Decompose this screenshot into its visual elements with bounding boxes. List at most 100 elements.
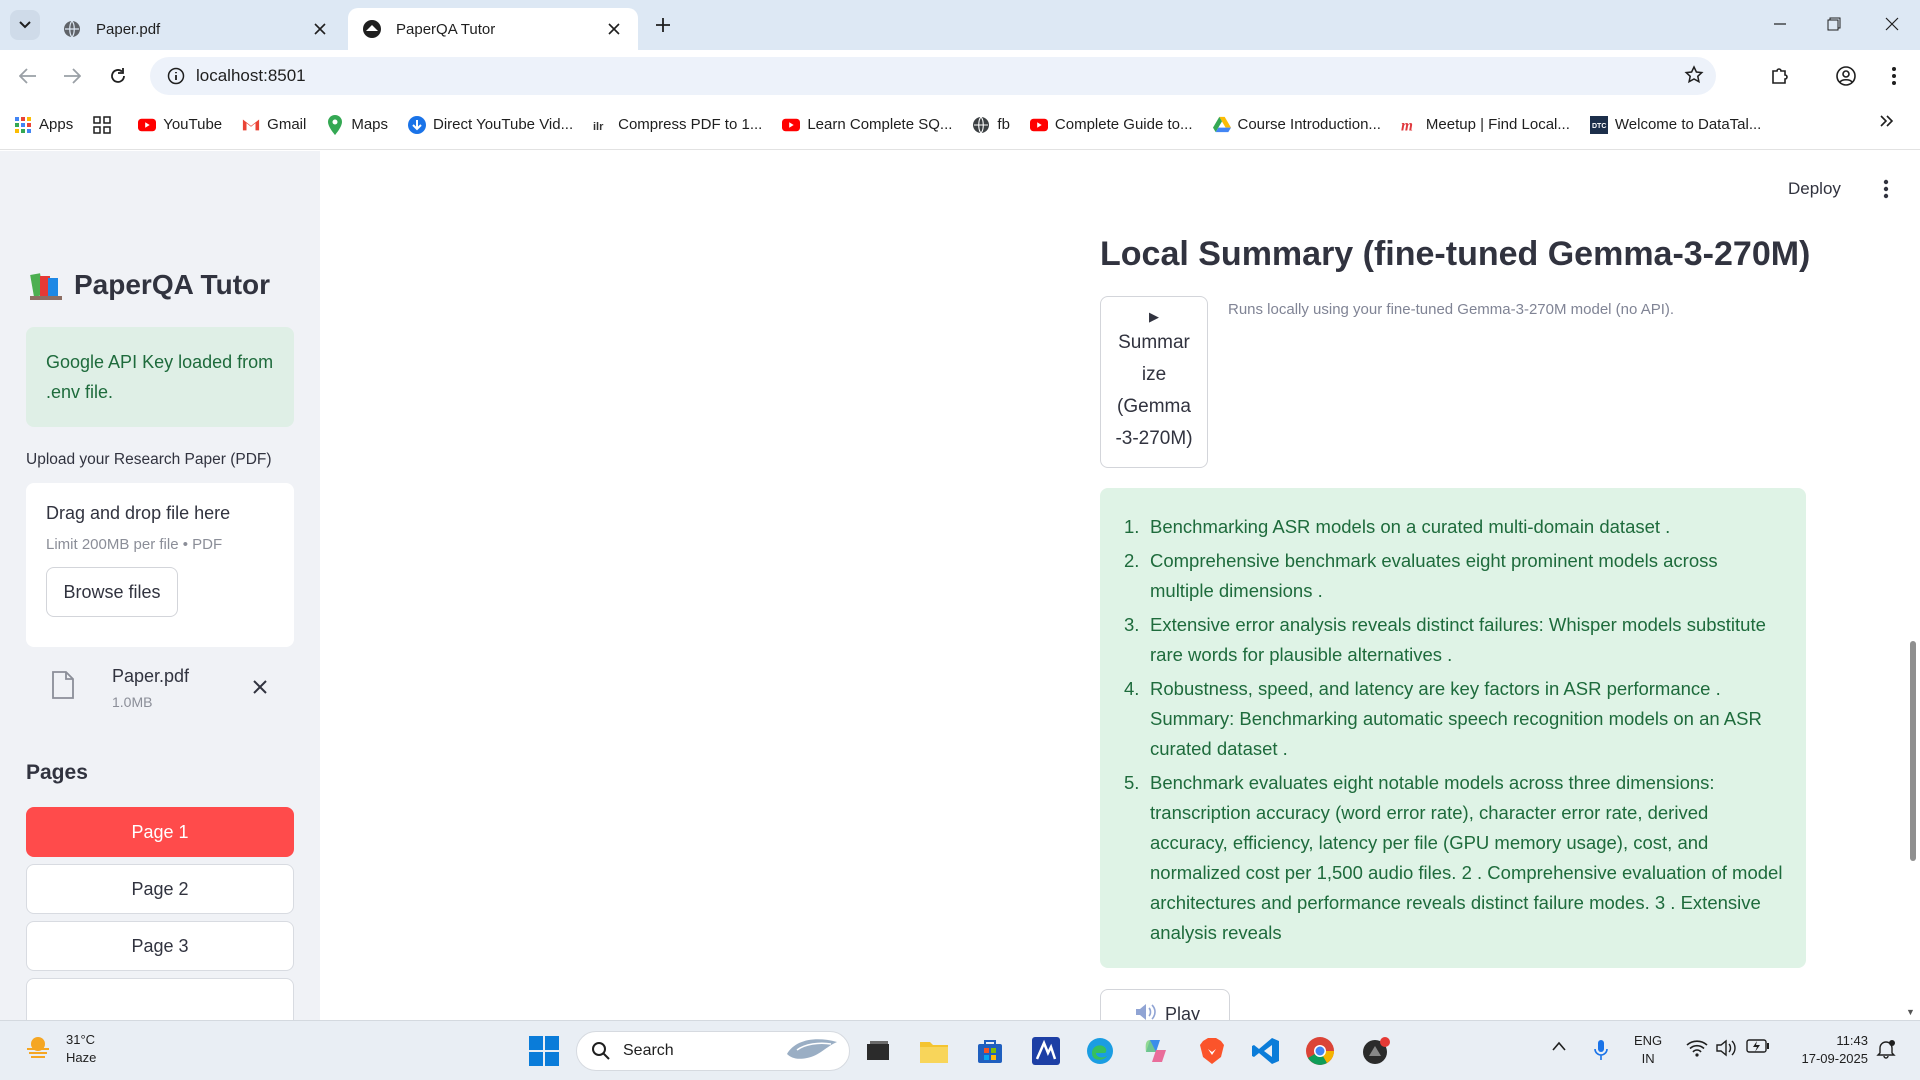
bookmark-learn-sql[interactable]: Learn Complete SQ... (782, 116, 952, 134)
browser-menu-button[interactable] (1878, 60, 1910, 92)
address-bar[interactable]: localhost:8501 (150, 57, 1716, 95)
new-tab-button[interactable] (650, 12, 676, 38)
restore-button[interactable] (1806, 0, 1862, 48)
reload-icon (111, 68, 125, 83)
close-icon[interactable] (310, 19, 330, 39)
uploaded-file: Paper.pdf 1.0MB (26, 661, 294, 721)
summarize-button-label: Summar ize (Gemma -3-270M) (1115, 332, 1193, 449)
chrome-button[interactable] (1304, 1035, 1336, 1067)
list-item-text: Benchmarking ASR models on a curated mul… (1150, 516, 1671, 537)
scrollbar-thumb[interactable] (1910, 641, 1916, 861)
brave-button[interactable] (1196, 1035, 1228, 1067)
bookmark-datatalks[interactable]: DTC Welcome to DataTal... (1589, 115, 1761, 134)
wifi-button[interactable] (1686, 1039, 1708, 1057)
deploy-button[interactable]: Deploy (1788, 179, 1841, 199)
bookmark-meetup[interactable]: m Meetup | Find Local... (1401, 116, 1570, 134)
battery-button[interactable] (1746, 1039, 1770, 1053)
bookmark-gmail[interactable]: Gmail (242, 116, 306, 134)
scroll-down-icon[interactable]: ▼ (1906, 1007, 1915, 1017)
edge-icon (1087, 1038, 1113, 1064)
show-hidden-icons-button[interactable] (1552, 1041, 1566, 1051)
folder-icon (920, 1042, 948, 1063)
copilot-button[interactable] (1140, 1035, 1172, 1067)
summarize-gemma-button[interactable]: ▶ Summar ize (Gemma -3-270M) (1100, 296, 1208, 468)
tab-paperqa-tutor[interactable]: PaperQA Tutor (348, 8, 638, 50)
microphone-icon (1594, 1040, 1608, 1060)
window-close-button[interactable] (1864, 0, 1920, 48)
bookmark-label: Direct YouTube Vid... (433, 116, 574, 133)
bookmark-course-intro[interactable]: Course Introduction... (1212, 116, 1381, 134)
tab-title: Paper.pdf (96, 20, 161, 38)
bookmark-fb[interactable]: fb (972, 116, 1010, 134)
app-menu-button[interactable] (1874, 177, 1898, 201)
file-size: 1.0MB (112, 694, 153, 710)
file-icon (52, 671, 74, 704)
page-2-button[interactable]: Page 2 (26, 864, 294, 914)
url-text: localhost:8501 (196, 66, 306, 85)
vscode-button[interactable] (1250, 1035, 1282, 1067)
bookmark-label: YouTube (163, 116, 223, 133)
minimize-icon (1774, 23, 1786, 25)
bookmark-label: Gmail (267, 116, 307, 133)
tab-search-button[interactable] (10, 10, 40, 40)
dropzone-title: Drag and drop file here (46, 503, 231, 523)
close-icon (1885, 17, 1899, 31)
streamlit-icon (362, 19, 382, 39)
plus-icon (656, 18, 670, 32)
back-button[interactable] (12, 60, 44, 92)
bookmark-tab-groups[interactable] (93, 115, 118, 134)
remove-file-button[interactable] (248, 675, 272, 699)
bookmark-maps[interactable]: Maps (326, 114, 388, 135)
microsoft-store-button[interactable] (974, 1035, 1006, 1067)
taskbar-search[interactable]: Search (576, 1031, 850, 1071)
bookmark-label: Compress PDF to 1... (618, 116, 763, 133)
bookmark-apps[interactable]: Apps (14, 116, 73, 134)
bookmark-star-icon[interactable] (1684, 65, 1704, 90)
search-highlight-icon (785, 1036, 839, 1067)
minimize-button[interactable] (1752, 0, 1808, 48)
clock-date: 17-09-2025 (1801, 1051, 1869, 1066)
browser-tab-bar: Paper.pdf PaperQA Tutor (0, 0, 1920, 50)
task-view-icon (867, 1041, 889, 1060)
volume-button[interactable] (1716, 1039, 1738, 1057)
bookmark-compress-pdf[interactable]: ilr Compress PDF to 1... (593, 116, 762, 134)
globe-icon (972, 116, 990, 134)
notifications-button[interactable] (1876, 1039, 1896, 1059)
system-clock[interactable]: 11:43 17-09-2025 (1786, 1032, 1869, 1068)
language-indicator[interactable]: ENG IN (1634, 1032, 1662, 1068)
bookmark-complete-guide[interactable]: Complete Guide to... (1029, 116, 1193, 134)
start-button[interactable] (528, 1035, 560, 1067)
play-audio-button[interactable]: Play (1100, 989, 1230, 1020)
page-1-button[interactable]: Page 1 (26, 807, 294, 857)
bookmark-direct-youtube[interactable]: Direct YouTube Vid... (408, 115, 574, 134)
weather-widget[interactable]: 31°C Haze (24, 1031, 96, 1067)
section-heading: Local Summary (fine-tuned Gemma-3-270M) (1100, 235, 1811, 273)
task-view-button[interactable] (862, 1035, 894, 1067)
summary-list: 1. Benchmarking ASR models on a curated m… (1124, 512, 1786, 948)
browse-files-button[interactable]: Browse files (46, 567, 178, 617)
bookmark-youtube[interactable]: YouTube (138, 116, 222, 134)
extensions-button[interactable] (1764, 60, 1796, 92)
page-3-button[interactable]: Page 3 (26, 921, 294, 971)
page-4-button-partial[interactable] (26, 978, 294, 1020)
chevron-double-right-icon[interactable] (1880, 114, 1894, 131)
drive-icon (1212, 116, 1231, 134)
profile-button[interactable] (1830, 60, 1862, 92)
tab-paper-pdf[interactable]: Paper.pdf (48, 8, 344, 50)
reload-button[interactable] (102, 60, 134, 92)
bookmark-label: fb (997, 116, 1010, 133)
forward-button[interactable] (56, 60, 88, 92)
books-icon (30, 270, 62, 300)
bookmarks-bar: Apps YouTube Gmail Maps Direct YouTube V… (0, 100, 1920, 150)
app-dark-button[interactable] (1360, 1035, 1392, 1067)
file-explorer-button[interactable] (918, 1035, 950, 1067)
site-info-icon[interactable] (156, 67, 196, 85)
caption: Runs locally using your fine-tuned Gemma… (1228, 301, 1675, 318)
microphone-button[interactable] (1594, 1039, 1608, 1061)
edge-button[interactable] (1084, 1035, 1116, 1067)
file-dropzone[interactable]: Drag and drop file here Limit 200MB per … (26, 483, 294, 647)
file-name: Paper.pdf (112, 666, 190, 686)
app-m-button[interactable] (1030, 1035, 1062, 1067)
close-icon[interactable] (604, 19, 624, 39)
datatalks-icon: DTC (1589, 115, 1608, 134)
